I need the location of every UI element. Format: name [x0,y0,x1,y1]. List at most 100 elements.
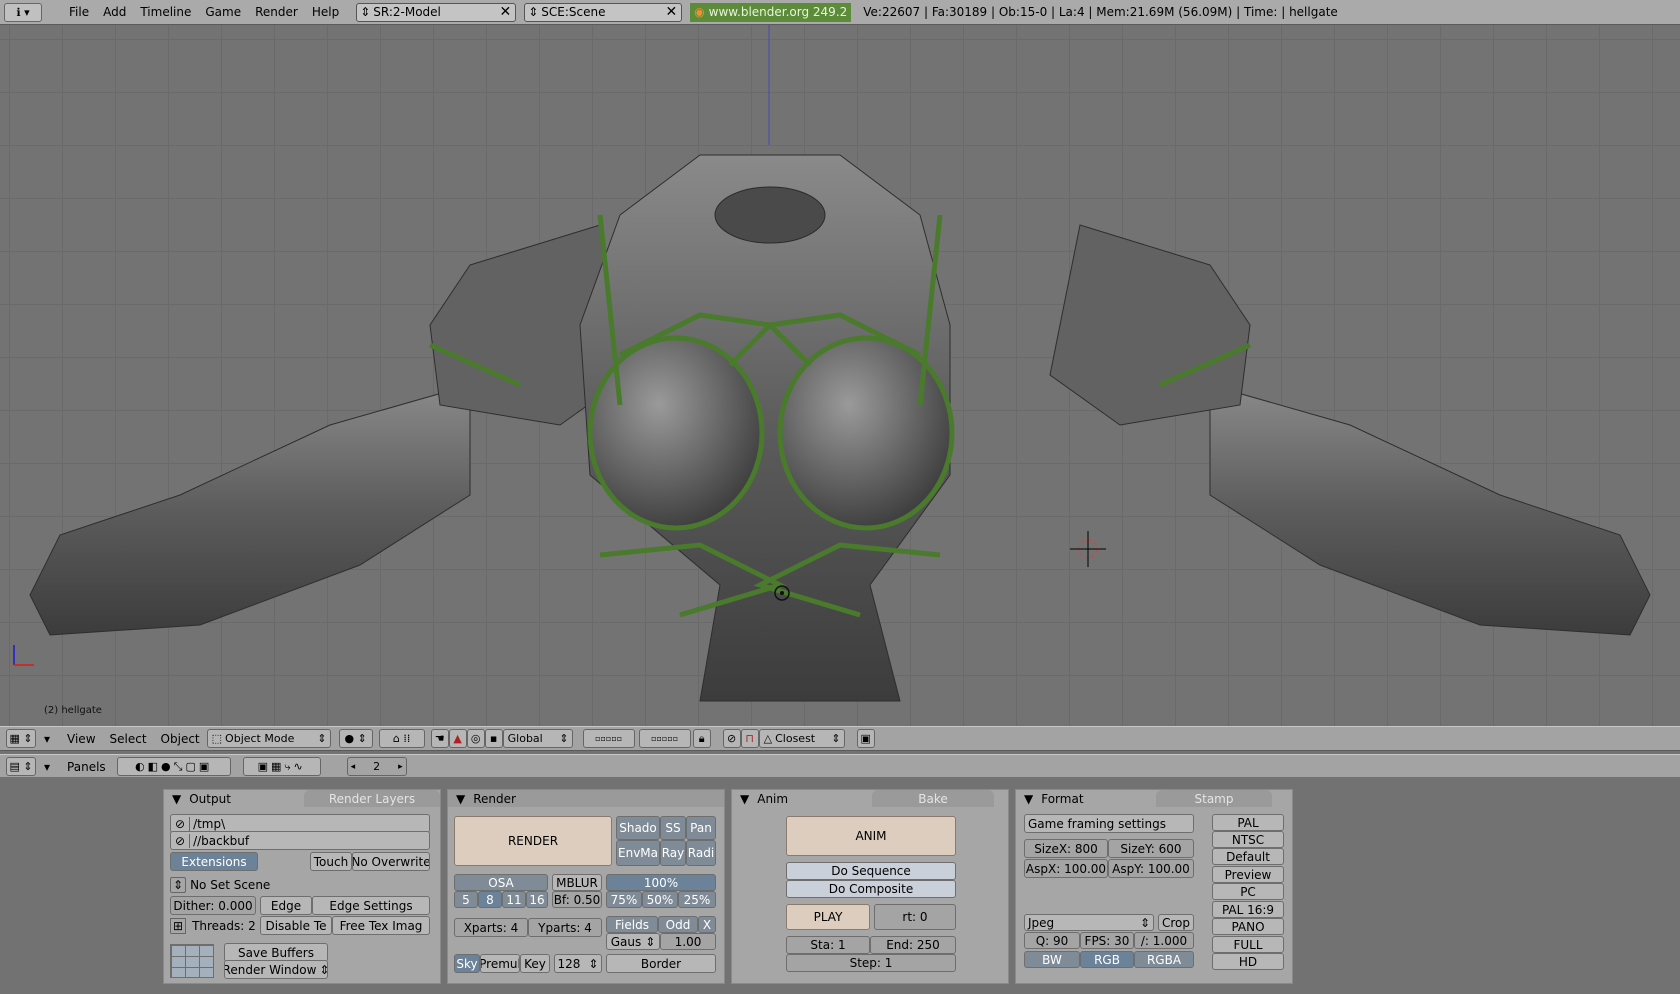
format-tab[interactable]: ▼ Format [1016,790,1154,807]
bf-field[interactable]: Bf: 0.50 [552,891,602,908]
touch-toggle[interactable]: Touch [310,852,352,871]
bw-toggle[interactable]: BW [1024,951,1080,968]
menu-add[interactable]: Add [96,5,133,19]
close-icon[interactable]: ✕ [661,4,681,20]
fps-field[interactable]: FPS: 30 [1080,932,1134,949]
set-scene-select[interactable]: ⇕ No Set Scene [170,875,290,894]
output-tab[interactable]: ▼ Output [164,790,302,807]
render-tab[interactable]: ▼ Render [448,790,724,807]
preset-default[interactable]: Default [1212,848,1284,865]
menu-object[interactable]: Object [154,732,207,746]
preset-pal169[interactable]: PAL 16:9 [1212,901,1284,918]
filter-size-field[interactable]: 1.00 [660,933,716,950]
translate-manip-icon[interactable]: ▲ [448,729,467,748]
ss-toggle[interactable]: SS [660,816,686,840]
collapse-icon[interactable]: ▾ [44,760,50,774]
preset-pal[interactable]: PAL [1212,814,1284,831]
bits-select[interactable]: 128 ⇕ [554,954,602,973]
end-frame-field[interactable]: End: 250 [870,936,956,954]
snap-mode-select[interactable]: △ Closest ⇕ [758,729,845,748]
osa-11[interactable]: 11 [502,891,526,908]
percent-25[interactable]: 25% [678,891,716,908]
yparts-field[interactable]: Yparts: 4 [528,918,602,937]
context-buttons[interactable]: ◐◧●⤡▢▣ [116,757,231,776]
fields-toggle[interactable]: Fields [606,916,658,933]
rotate-manip-icon[interactable]: ◎ [466,729,485,748]
preset-select[interactable]: Game framing settings [1024,814,1194,833]
dither-field[interactable]: Dither: 0.000 [170,896,256,915]
key-toggle[interactable]: Key [520,954,550,973]
quality-field[interactable]: Q: 90 [1024,932,1080,949]
render-button[interactable]: RENDER [454,816,612,866]
bake-tab[interactable]: Bake [872,790,994,807]
disable-tex-toggle[interactable]: Disable Te [260,916,332,935]
menu-render[interactable]: Render [248,5,305,19]
menu-help[interactable]: Help [305,5,346,19]
menu-view[interactable]: View [60,732,102,746]
scale-manip-icon[interactable]: ▪ [484,729,503,748]
filter-select[interactable]: Gaus ⇕ [606,933,660,950]
render-layers-tab[interactable]: Render Layers [304,790,440,807]
percent-50[interactable]: 50% [642,891,678,908]
collapse-icon[interactable]: ▼ [448,792,473,806]
sizex-field[interactable]: SizeX: 800 [1024,839,1108,858]
collapse-icon[interactable]: ▼ [1016,792,1041,806]
preset-full[interactable]: FULL [1212,936,1284,953]
info-editor-icon[interactable]: ℹ ▾ [4,2,42,22]
edge-settings-button[interactable]: Edge Settings [312,896,430,915]
percent-75[interactable]: 75% [606,891,642,908]
edge-toggle[interactable]: Edge [260,896,312,915]
rgb-toggle[interactable]: RGB [1080,951,1134,968]
sizey-field[interactable]: SizeY: 600 [1108,839,1194,858]
mode-select[interactable]: ⬚ Object Mode ⇕ [206,729,331,748]
do-composite-toggle[interactable]: Do Composite [786,880,956,898]
preset-ntsc[interactable]: NTSC [1212,831,1284,848]
collapse-icon[interactable]: ▼ [732,792,757,806]
shadow-toggle[interactable]: Shado [616,816,660,840]
no-overwrite-toggle[interactable]: No Overwrite [352,852,430,871]
rt-field[interactable]: rt: 0 [874,904,956,930]
pan-toggle[interactable]: Pan [686,816,716,840]
preset-hd[interactable]: HD [1212,953,1284,970]
aspx-field[interactable]: AspX: 100.00 [1024,859,1108,878]
orientation-select[interactable]: Global ⇕ [502,729,573,748]
render-preview-icon[interactable]: ▣ [856,729,875,748]
radio-toggle[interactable]: Radi [686,840,716,866]
odd-toggle[interactable]: Odd [658,916,698,933]
pivot-select[interactable]: ⌂ ⁞⁞ [378,729,425,748]
layer-buttons-2[interactable]: ▫▫▫▫▫ [638,729,691,748]
menu-select[interactable]: Select [103,732,154,746]
codec-select[interactable]: Jpeg ⇕ [1024,914,1154,931]
fps-base-field[interactable]: /: 1.000 [1134,932,1194,949]
ray-toggle[interactable]: Ray [660,840,686,866]
play-button[interactable]: PLAY [786,904,870,930]
menu-timeline[interactable]: Timeline [133,5,198,19]
grid-editor-icon[interactable]: ▦ ⇕ [6,729,36,748]
crop-toggle[interactable]: Crop [1158,914,1194,931]
osa-16[interactable]: 16 [526,891,548,908]
snap-magnet-icon[interactable]: ⊓ [740,729,759,748]
folder-icon[interactable]: ⊘ [171,816,191,831]
rgba-toggle[interactable]: RGBA [1134,951,1194,968]
free-tex-toggle[interactable]: Free Tex Imag [332,916,430,935]
mblur-toggle[interactable]: MBLUR [552,874,602,891]
stamp-tab[interactable]: Stamp [1156,790,1272,807]
x-toggle[interactable]: X [698,916,716,933]
anim-button[interactable]: ANIM [786,816,956,856]
draw-type-select[interactable]: ● ⇕ [338,729,373,748]
preset-pc[interactable]: PC [1212,883,1284,900]
preset-pano[interactable]: PANO [1212,918,1284,935]
anim-tab[interactable]: ▼ Anim [732,790,870,807]
xparts-field[interactable]: Xparts: 4 [454,918,528,937]
layer-buttons-1[interactable]: ▫▫▫▫▫ [582,729,635,748]
envmap-toggle[interactable]: EnvMa [616,840,660,866]
osa-5[interactable]: 5 [454,891,478,908]
buttons-editor-icon[interactable]: ▤ ⇕ [6,757,36,776]
collapse-icon[interactable]: ▼ [164,792,189,806]
render-sub-buttons[interactable]: ▣▦⤷∿ [242,757,321,776]
aspy-field[interactable]: AspY: 100.00 [1108,859,1194,878]
premul-toggle[interactable]: Premul [480,954,520,973]
menu-file[interactable]: File [62,5,96,19]
preset-preview[interactable]: Preview [1212,866,1284,883]
sky-toggle[interactable]: Sky [454,954,480,973]
